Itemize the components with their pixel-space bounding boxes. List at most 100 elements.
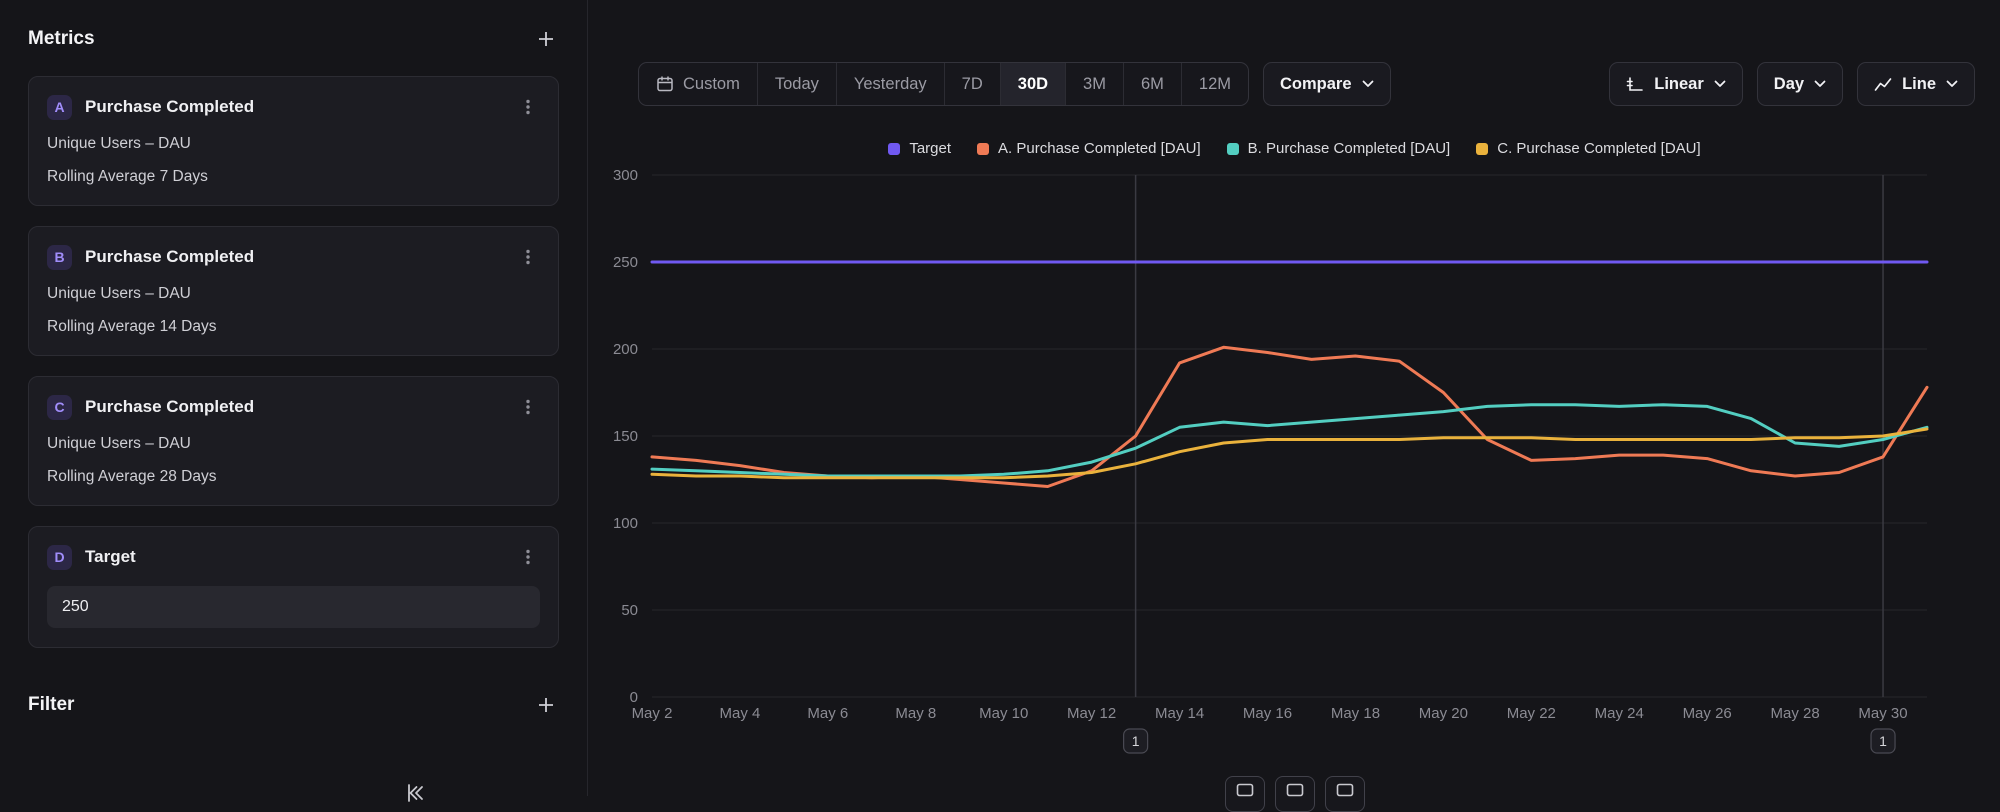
calendar-icon [656, 75, 674, 93]
annotation-marker[interactable]: 1 [1124, 729, 1148, 753]
axis-icon [1626, 76, 1644, 93]
y-axis-tick-label: 0 [630, 689, 638, 706]
legend-item[interactable]: A. Purchase Completed [DAU] [977, 140, 1201, 157]
date-range-6m[interactable]: 6M [1123, 63, 1181, 105]
legend-swatch [888, 143, 900, 155]
date-range-today[interactable]: Today [757, 63, 836, 105]
add-filter-button[interactable] [533, 692, 559, 718]
metric-menu-button[interactable] [516, 394, 540, 420]
x-axis-tick-label: May 26 [1683, 705, 1732, 722]
chart-type-selector-button[interactable]: Line [1857, 62, 1975, 106]
table-icon [1336, 783, 1354, 797]
metric-badge-a: A [47, 95, 72, 120]
chart-legend: Target A. Purchase Completed [DAU] B. Purc… [588, 140, 2000, 157]
x-axis-tick-label: May 30 [1858, 705, 1907, 722]
metric-card-a[interactable]: A Purchase Completed Unique Users – DAU … [28, 76, 559, 206]
metric-menu-button[interactable] [516, 94, 540, 120]
line-chart-icon [1874, 77, 1892, 92]
metric-menu-button[interactable] [516, 244, 540, 270]
legend-label: A. Purchase Completed [DAU] [998, 140, 1201, 157]
metric-transform: Rolling Average 28 Days [47, 468, 540, 486]
chevron-down-icon [1714, 80, 1726, 88]
legend-swatch [977, 143, 989, 155]
table-view-icon-button[interactable] [1325, 776, 1365, 812]
legend-swatch [1476, 143, 1488, 155]
legend-item[interactable]: B. Purchase Completed [DAU] [1227, 140, 1451, 157]
metrics-chart-svg: 05010015020025030011May 2May 4May 6May 8… [600, 167, 1977, 767]
kebab-icon [520, 248, 536, 266]
date-range-label: 6M [1141, 75, 1164, 94]
y-axis-tick-label: 150 [613, 428, 638, 445]
metric-transform: Rolling Average 7 Days [47, 168, 540, 186]
chevron-down-icon [1362, 80, 1374, 88]
chart-action-button-1[interactable] [1225, 776, 1265, 812]
series-line-a-purchase-completed-dau- [652, 347, 1927, 486]
kebab-icon [520, 548, 536, 566]
metric-badge-b: B [47, 245, 72, 270]
date-range-label: 7D [962, 75, 983, 94]
target-value-input[interactable] [47, 586, 540, 628]
annotation-chip-label: 1 [1132, 733, 1140, 749]
x-axis-tick-label: May 22 [1507, 705, 1556, 722]
legend-label: Target [909, 140, 951, 157]
metric-card-header: B Purchase Completed [47, 244, 540, 270]
legend-item[interactable]: C. Purchase Completed [DAU] [1476, 140, 1700, 157]
panel-collapse-left-icon [404, 781, 428, 805]
chart-action-button-2[interactable] [1275, 776, 1315, 812]
x-axis-tick-label: May 12 [1067, 705, 1116, 722]
legend-item[interactable]: Target [888, 140, 951, 157]
date-range-label: 3M [1083, 75, 1106, 94]
chart-display-controls: Linear Day Line [1609, 62, 1975, 106]
scale-selector-button[interactable]: Linear [1609, 62, 1743, 106]
add-metric-button[interactable] [533, 26, 559, 52]
x-axis-tick-label: May 14 [1155, 705, 1204, 722]
metric-card-b[interactable]: B Purchase Completed Unique Users – DAU … [28, 226, 559, 356]
y-axis-tick-label: 200 [613, 341, 638, 358]
chart-panel: Custom Today Yesterday 7D 30D 3M 6M 12M … [588, 0, 2000, 796]
interval-selector-button[interactable]: Day [1757, 62, 1843, 106]
interval-label: Day [1774, 75, 1804, 94]
annotation-marker[interactable]: 1 [1871, 729, 1895, 753]
sidebar-title: Metrics [28, 28, 95, 50]
target-title: Target [85, 547, 516, 567]
metric-badge-c: C [47, 395, 72, 420]
x-axis-tick-label: May 20 [1419, 705, 1468, 722]
date-range-12m[interactable]: 12M [1181, 63, 1248, 105]
metrics-sidebar: Metrics A Purchase Completed Unique User… [0, 0, 588, 796]
date-range-7d[interactable]: 7D [944, 63, 1000, 105]
x-axis-tick-label: May 2 [632, 705, 673, 722]
x-axis-tick-label: May 6 [807, 705, 848, 722]
date-range-30d[interactable]: 30D [1000, 63, 1065, 105]
metric-menu-button[interactable] [516, 544, 540, 570]
app-root: Metrics A Purchase Completed Unique User… [0, 0, 2000, 796]
metric-measure: Unique Users – DAU [47, 135, 540, 153]
metric-transform: Rolling Average 14 Days [47, 318, 540, 336]
date-range-custom[interactable]: Custom [639, 63, 757, 105]
y-axis-tick-label: 250 [613, 254, 638, 271]
collapse-sidebar-button[interactable] [400, 777, 432, 809]
compare-label: Compare [1280, 75, 1352, 94]
scale-label: Linear [1654, 75, 1704, 94]
plus-icon [537, 696, 555, 714]
y-axis-tick-label: 100 [613, 515, 638, 532]
metric-card-header: D Target [47, 544, 540, 570]
metric-title: Purchase Completed [85, 397, 516, 417]
date-range-yesterday[interactable]: Yesterday [836, 63, 944, 105]
metric-card-header: A Purchase Completed [47, 94, 540, 120]
date-range-label: Custom [683, 75, 740, 94]
x-axis-tick-label: May 18 [1331, 705, 1380, 722]
date-range-label: Yesterday [854, 75, 927, 94]
date-range-3m[interactable]: 3M [1065, 63, 1123, 105]
date-range-label: 12M [1199, 75, 1231, 94]
x-axis-tick-label: May 10 [979, 705, 1028, 722]
x-axis-tick-label: May 8 [895, 705, 936, 722]
line-chart-icon [1236, 783, 1254, 797]
metric-card-c[interactable]: C Purchase Completed Unique Users – DAU … [28, 376, 559, 506]
x-axis-tick-label: May 4 [720, 705, 761, 722]
target-card[interactable]: D Target [28, 526, 559, 648]
x-axis-tick-label: May 16 [1243, 705, 1292, 722]
y-axis-tick-label: 300 [613, 167, 638, 184]
chevron-down-icon [1946, 80, 1958, 88]
compare-button[interactable]: Compare [1263, 62, 1391, 106]
filter-header: Filter [28, 692, 559, 718]
